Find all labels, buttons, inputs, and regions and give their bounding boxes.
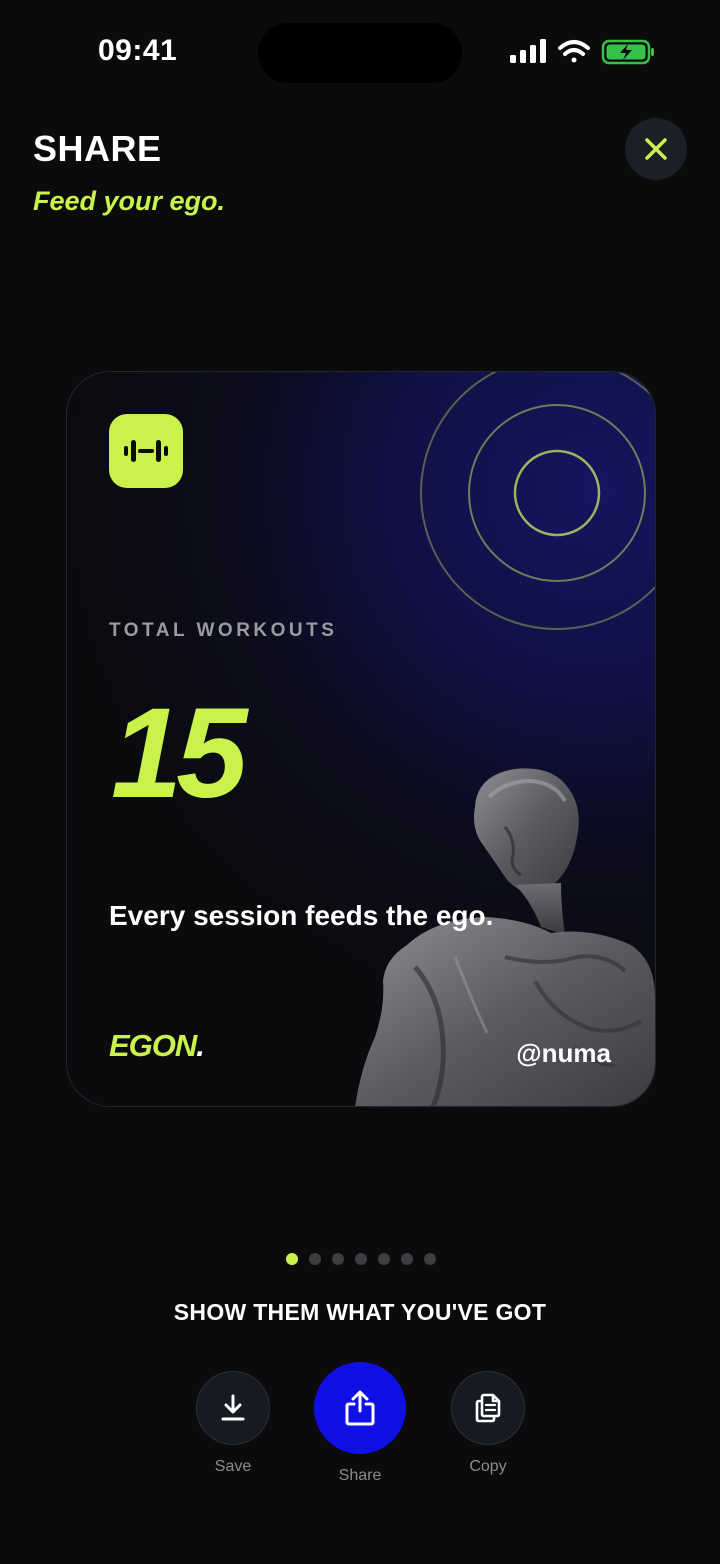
download-icon	[221, 1394, 245, 1421]
share-button-circle[interactable]	[314, 1362, 406, 1454]
save-button-circle[interactable]	[196, 1371, 270, 1445]
app-logo	[109, 414, 183, 488]
page-dot[interactable]	[355, 1253, 367, 1265]
dumbbell-icon	[124, 440, 168, 462]
page-subtitle: Feed your ego.	[33, 186, 226, 216]
signal-icon	[510, 39, 546, 63]
stat-label: TOTAL WORKOUTS	[109, 620, 338, 641]
close-icon	[645, 138, 667, 160]
share-button[interactable]: Share	[314, 1362, 406, 1485]
page-dot[interactable]	[378, 1253, 390, 1265]
close-button[interactable]	[625, 118, 687, 180]
battery-icon	[601, 39, 654, 65]
share-card[interactable]: TOTAL WORKOUTS 15 Every session feeds th…	[66, 371, 656, 1107]
copy-button-circle[interactable]	[451, 1371, 525, 1445]
save-button[interactable]: Save	[196, 1371, 270, 1476]
brand-wordmark: EGON.	[109, 1028, 205, 1063]
status-time: 09:41	[98, 34, 178, 67]
page-title: SHARE	[33, 128, 162, 169]
share-icon	[345, 1390, 375, 1426]
copy-label: Copy	[469, 1458, 507, 1475]
dynamic-island	[258, 23, 462, 83]
cta-heading: SHOW THEM WHAT YOU'VE GOT	[173, 1299, 547, 1325]
stat-value: 15	[111, 682, 247, 825]
copy-button[interactable]: Copy	[451, 1371, 525, 1476]
save-label: Save	[214, 1458, 252, 1475]
page-dot[interactable]	[309, 1253, 321, 1265]
share-screen: 09:41 SHARE Feed your ego. TOTAL WORKOUT…	[0, 0, 720, 1564]
page-dot[interactable]	[424, 1253, 436, 1265]
card-tagline: Every session feeds the ego.	[109, 900, 494, 931]
copy-icon	[475, 1393, 501, 1423]
page-dot[interactable]	[401, 1253, 413, 1265]
user-handle: @numa	[516, 1038, 611, 1068]
wifi-icon	[558, 40, 590, 63]
page-dot[interactable]	[332, 1253, 344, 1265]
page-dot[interactable]	[286, 1253, 298, 1265]
share-label: Share	[338, 1467, 382, 1484]
page-indicator	[286, 1253, 436, 1265]
status-icons	[510, 39, 654, 65]
